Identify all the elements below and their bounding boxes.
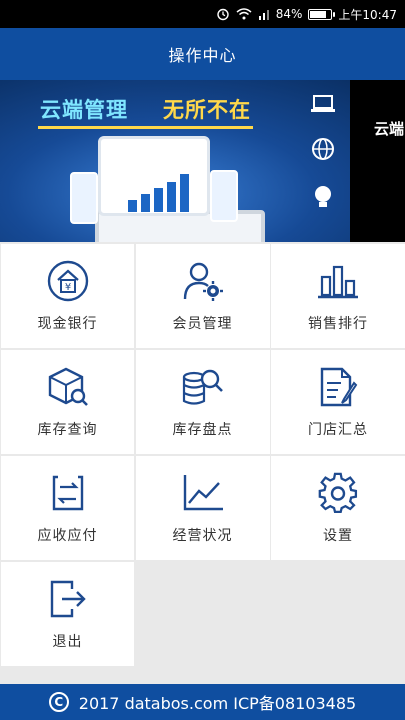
banner-next-slide: 云端	[350, 80, 405, 242]
phone-illustration-2	[210, 170, 238, 222]
banner-side-icons	[310, 94, 336, 210]
battery-icon	[308, 8, 336, 20]
menu-item-label: 现金银行	[37, 316, 98, 332]
status-bar: 84% 上午10:47	[0, 0, 405, 28]
member-management-icon	[181, 259, 225, 303]
page-title-bar: 操作中心	[0, 28, 405, 80]
menu-item-inventory-count[interactable]: 库存盘点	[135, 350, 270, 454]
menu-item-sales-ranking[interactable]: 销售排行	[271, 244, 405, 348]
menu-item-label: 经营状况	[172, 528, 233, 544]
cash-bank-icon: ¥	[46, 259, 90, 303]
menu-item-business-status[interactable]: 经营状况	[135, 456, 270, 560]
footer: C 2017 databos.com ICP备08103485	[0, 684, 405, 720]
alarm-icon	[216, 7, 230, 21]
banner-slogan-part1: 云端管理	[40, 98, 128, 122]
menu-item-inventory-query[interactable]: 库存查询	[1, 350, 134, 454]
business-status-icon	[181, 471, 225, 515]
chart-illustration	[128, 172, 189, 212]
footer-text: 2017 databos.com ICP备08103485	[78, 694, 357, 713]
battery-percent: 84%	[275, 7, 303, 21]
menu-item-settings[interactable]: 设置	[271, 456, 405, 560]
signal-icon	[258, 8, 270, 20]
logout-icon	[46, 577, 90, 621]
menu-item-receivable-payable[interactable]: 应收应付	[1, 456, 134, 560]
wifi-icon	[236, 8, 252, 20]
menu-item-member-management[interactable]: 会员管理	[135, 244, 270, 348]
settings-icon	[316, 471, 360, 515]
menu-item-label: 应收应付	[37, 528, 98, 544]
globe-icon	[312, 138, 334, 160]
sales-ranking-icon	[316, 259, 360, 303]
laptop-icon	[311, 95, 335, 112]
inventory-count-icon	[180, 365, 226, 409]
menu-item-store-summary[interactable]: 门店汇总	[271, 350, 405, 454]
phone-illustration	[70, 172, 98, 224]
menu-item-label: 会员管理	[172, 316, 233, 332]
banner-carousel[interactable]: 云端管理 无所不在 云端	[0, 80, 405, 242]
menu-item-label: 设置	[323, 528, 353, 544]
menu-item-label: 库存查询	[37, 422, 98, 438]
clock: 上午10:47	[338, 7, 397, 22]
menu-item-label: 门店汇总	[308, 422, 368, 438]
banner-slogan-part2: 无所不在	[163, 98, 251, 122]
menu-item-cash-bank[interactable]: ¥ 现金银行	[1, 244, 134, 348]
banner-slogan-underline	[38, 126, 253, 129]
receivable-payable-icon	[46, 471, 90, 515]
copyright-icon: C	[48, 692, 69, 712]
menu-grid: ¥ 现金银行 会员管理 销售排行 库存查询 库存盘点 门店汇总 应收应付 经营状…	[0, 244, 405, 666]
lightbulb-icon	[315, 186, 331, 207]
menu-item-label: 销售排行	[308, 316, 368, 332]
menu-item-label: 退出	[52, 634, 83, 650]
menu-item-label: 库存盘点	[172, 422, 233, 438]
svg-text:¥: ¥	[64, 282, 70, 293]
menu-item-logout[interactable]: 退出	[1, 562, 134, 666]
store-summary-icon	[316, 365, 360, 409]
inventory-query-icon	[46, 365, 90, 409]
page-title: 操作中心	[168, 46, 237, 65]
